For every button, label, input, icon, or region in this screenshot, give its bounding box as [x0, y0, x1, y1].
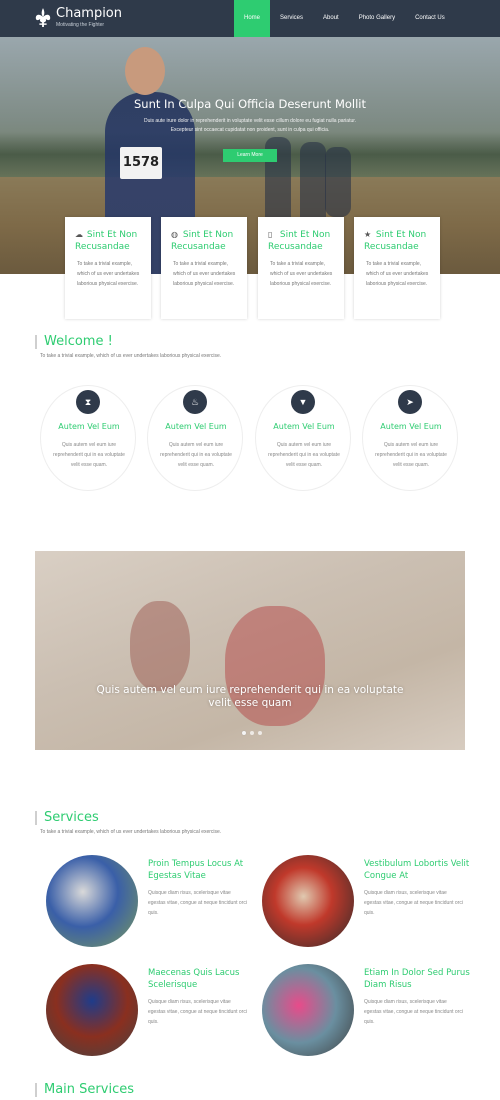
- card-title: ☁ Sint Et Non Recusandae: [75, 229, 147, 253]
- card-text: To take a trivial example, which of us e…: [366, 261, 429, 287]
- filter-icon: ▼: [291, 390, 315, 414]
- feature-circle[interactable]: ⧗ Autem Vel Eum Quis autem vel eum iure …: [40, 385, 136, 491]
- hourglass-icon: ⧗: [76, 390, 100, 414]
- feature-title: Autem Vel Eum: [380, 422, 442, 431]
- fire-icon: ♨: [183, 390, 207, 414]
- background-runner: [300, 142, 326, 227]
- slider-dot[interactable]: [242, 731, 246, 735]
- feature-text: Quis autem vel eum iure reprehenderit qu…: [268, 442, 340, 468]
- slider-dot[interactable]: [258, 731, 262, 735]
- motocross-rider: [130, 601, 190, 691]
- bib-number: 1578: [122, 155, 160, 170]
- nav-home[interactable]: Home: [234, 0, 271, 37]
- mobile-icon: ▯: [268, 230, 273, 239]
- feature-card[interactable]: ▯ Sint Et Non Recusandae To take a trivi…: [258, 217, 344, 319]
- slider-caption: Quis autem vel eum iure reprehenderit qu…: [96, 684, 404, 709]
- feature-title: Autem Vel Eum: [58, 422, 120, 431]
- brand-logo[interactable]: Champion Motivating the Fighter: [34, 6, 122, 29]
- welcome-title: Welcome !: [35, 335, 113, 349]
- feature-card[interactable]: ★ Sint Et Non Recusandae To take a trivi…: [354, 217, 440, 319]
- main-services-title: Main Services: [35, 1083, 134, 1097]
- service-text: Quisque diam risus, scelerisque vitae eg…: [148, 890, 247, 916]
- card-title: ▯ Sint Et Non Recusandae: [268, 229, 340, 253]
- welcome-subtitle: To take a trivial example, which of us e…: [40, 353, 222, 359]
- cloud-icon: ☁: [75, 230, 83, 239]
- brand-name: Champion: [56, 6, 123, 21]
- image-slider[interactable]: Quis autem vel eum iure reprehenderit qu…: [35, 551, 465, 750]
- fleur-de-lis-icon: [35, 8, 51, 27]
- feature-text: Quis autem vel eum iure reprehenderit qu…: [53, 442, 125, 468]
- card-title-text: Sint Et Non Recusandae: [75, 230, 138, 252]
- feature-card[interactable]: ◍ Sint Et Non Recusandae To take a trivi…: [161, 217, 247, 319]
- service-item[interactable]: Etiam In Dolor Sed Purus Diam Risus Quis…: [262, 964, 472, 1056]
- service-title: Vestibulum Lobortis Velit Congue At: [364, 859, 470, 881]
- feature-title: Autem Vel Eum: [165, 422, 227, 431]
- services-title: Services: [35, 811, 99, 825]
- nav-about[interactable]: About: [313, 0, 349, 37]
- card-title-text: Sint Et Non Recusandae: [171, 230, 234, 252]
- service-title: Proin Tempus Locus At Egestas Vitae: [148, 859, 244, 881]
- service-photo: [262, 964, 354, 1056]
- globe-icon: ◍: [171, 230, 178, 239]
- hero-title: Sunt In Culpa Qui Officia Deserunt Molli…: [134, 97, 366, 111]
- feature-circle[interactable]: ➤ Autem Vel Eum Quis autem vel eum iure …: [362, 385, 458, 491]
- feature-text: Quis autem vel eum iure reprehenderit qu…: [375, 442, 447, 468]
- nav-contact-us[interactable]: Contact Us: [405, 0, 455, 37]
- nav-photo-gallery[interactable]: Photo Gallery: [349, 0, 405, 37]
- service-photo: [46, 964, 138, 1056]
- hero-text: Duis aute irure dolor in reprehenderit i…: [90, 117, 410, 135]
- service-item[interactable]: Maecenas Quis Lacus Scelerisque Quisque …: [46, 964, 256, 1056]
- hero-text-line: Duis aute irure dolor in reprehenderit i…: [143, 118, 357, 124]
- services-subtitle: To take a trivial example, which of us e…: [40, 829, 222, 835]
- card-text: To take a trivial example, which of us e…: [77, 261, 140, 287]
- send-icon: ➤: [398, 390, 422, 414]
- card-text: To take a trivial example, which of us e…: [270, 261, 333, 287]
- service-text: Quisque diam risus, scelerisque vitae eg…: [364, 999, 463, 1025]
- feature-title: Autem Vel Eum: [273, 422, 335, 431]
- service-item[interactable]: Vestibulum Lobortis Velit Congue At Quis…: [262, 855, 472, 947]
- star-icon: ★: [364, 230, 372, 239]
- hero-text-line: Excepteur sint occaecat cupidatat non pr…: [170, 127, 330, 133]
- service-photo: [46, 855, 138, 947]
- runner-bib: 1578: [120, 147, 162, 179]
- card-title: ◍ Sint Et Non Recusandae: [171, 229, 243, 253]
- learn-more-button[interactable]: Learn More: [223, 149, 277, 162]
- brand-tagline: Motivating the Fighter: [56, 22, 105, 28]
- top-header: Champion Motivating the Fighter Home Ser…: [0, 0, 500, 37]
- service-text: Quisque diam risus, scelerisque vitae eg…: [148, 999, 247, 1025]
- feature-cards: ☁ Sint Et Non Recusandae To take a trivi…: [65, 217, 440, 319]
- feature-card[interactable]: ☁ Sint Et Non Recusandae To take a trivi…: [65, 217, 151, 319]
- service-text: Quisque diam risus, scelerisque vitae eg…: [364, 890, 463, 916]
- service-photo: [262, 855, 354, 947]
- card-title-text: Sint Et Non Recusandae: [364, 230, 427, 252]
- nav-services[interactable]: Services: [270, 0, 313, 37]
- feature-text: Quis autem vel eum iure reprehenderit qu…: [160, 442, 232, 468]
- service-title: Maecenas Quis Lacus Scelerisque: [148, 968, 240, 990]
- service-item[interactable]: Proin Tempus Locus At Egestas Vitae Quis…: [46, 855, 256, 947]
- slider-dot[interactable]: [250, 731, 254, 735]
- feature-circle[interactable]: ▼ Autem Vel Eum Quis autem vel eum iure …: [255, 385, 351, 491]
- main-nav: Home Services About Photo Gallery Contac…: [234, 0, 455, 37]
- runner-head: [125, 47, 165, 95]
- slider-dots: [240, 731, 264, 735]
- card-title-text: Sint Et Non Recusandae: [268, 230, 331, 252]
- background-runner: [325, 147, 351, 217]
- card-title: ★ Sint Et Non Recusandae: [364, 229, 436, 253]
- feature-circle[interactable]: ♨ Autem Vel Eum Quis autem vel eum iure …: [147, 385, 243, 491]
- service-title: Etiam In Dolor Sed Purus Diam Risus: [364, 968, 470, 990]
- card-text: To take a trivial example, which of us e…: [173, 261, 236, 287]
